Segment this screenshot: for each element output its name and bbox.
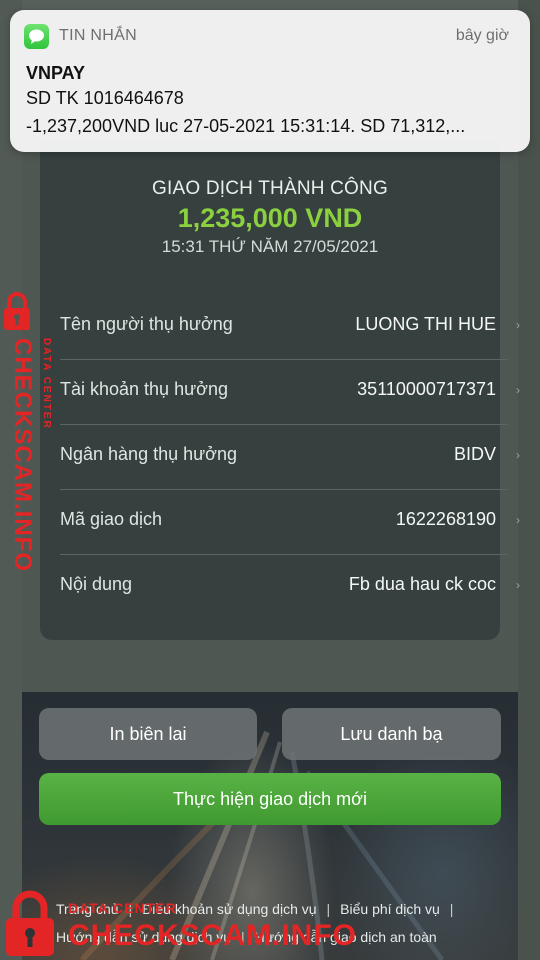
message-notification[interactable]: TIN NHẮN bây giờ VNPAY SD TK 1016464678 … (10, 10, 530, 152)
notification-app-name: TIN NHẮN (59, 27, 137, 44)
notification-message-line2: -1,237,200VND luc 27-05-2021 15:31:14. S… (26, 116, 466, 136)
notification-sender: VNPAY (26, 63, 86, 83)
detail-row-beneficiary-name: Tên người thụ hưởng LUONG THI HUE › (60, 296, 520, 360)
chevron-right-icon: › (516, 513, 520, 527)
detail-row-beneficiary-bank: Ngân hàng thụ hưởng BIDV › (60, 426, 520, 490)
row-label: Ngân hàng thụ hưởng (60, 444, 237, 464)
detail-row-content: Nội dung Fb dua hau ck coc › (60, 556, 520, 620)
row-label: Mã giao dịch (60, 509, 163, 529)
row-label: Tên người thụ hưởng (60, 314, 233, 334)
chevron-right-icon: › (516, 318, 520, 332)
transaction-datetime: 15:31 THỨ NĂM 27/05/2021 (161, 237, 379, 256)
row-label: Tài khoản thụ hưởng (60, 379, 228, 399)
messages-app-icon (24, 24, 49, 49)
detail-row-beneficiary-account: Tài khoản thụ hưởng 35110000717371 › (60, 361, 520, 425)
lock-icon (4, 292, 30, 330)
row-value: 1622268190 (395, 509, 496, 529)
watermark-subtitle: DATA CENTER (41, 338, 52, 430)
row-label: Nội dung (60, 574, 133, 594)
new-transaction-button[interactable]: Thực hiện giao dịch mới (39, 773, 501, 825)
watermark-brand: CHECKSCAM.INFO (68, 919, 357, 952)
watermark-subtitle: DATA CENTER (68, 900, 177, 916)
lock-icon (6, 890, 54, 956)
chevron-right-icon: › (516, 448, 520, 462)
save-contact-button[interactable]: Lưu danh bạ (282, 708, 501, 760)
row-divider (60, 489, 508, 490)
print-receipt-button[interactable]: In biên lai (39, 708, 257, 760)
transaction-status: GIAO DỊCH THÀNH CÔNG (152, 178, 388, 199)
chevron-right-icon: › (516, 578, 520, 592)
watermark-side: CHECKSCAM.INFO DATA CENTER (2, 292, 58, 572)
footer-link-fees[interactable]: Biểu phí dịch vụ (340, 901, 440, 917)
row-value: 35110000717371 (357, 379, 496, 399)
row-divider (60, 424, 508, 425)
watermark-bottom: DATA CENTER CHECKSCAM.INFO (2, 886, 356, 960)
notification-message-line1: SD TK 1016464678 (26, 88, 184, 108)
transaction-amount: 1,235,000 VND (177, 203, 363, 233)
row-divider (60, 554, 508, 555)
row-divider (60, 359, 508, 360)
chevron-right-icon: › (516, 383, 520, 397)
watermark-brand: CHECKSCAM.INFO (9, 338, 36, 572)
detail-row-transaction-id: Mã giao dịch 1622268190 › (60, 491, 520, 555)
row-value: LUONG THI HUE (355, 314, 496, 334)
row-value: BIDV (453, 444, 496, 464)
notification-time: bây giờ (455, 27, 509, 44)
row-value: Fb dua hau ck coc (348, 574, 496, 594)
footer-separator: | (449, 901, 454, 917)
